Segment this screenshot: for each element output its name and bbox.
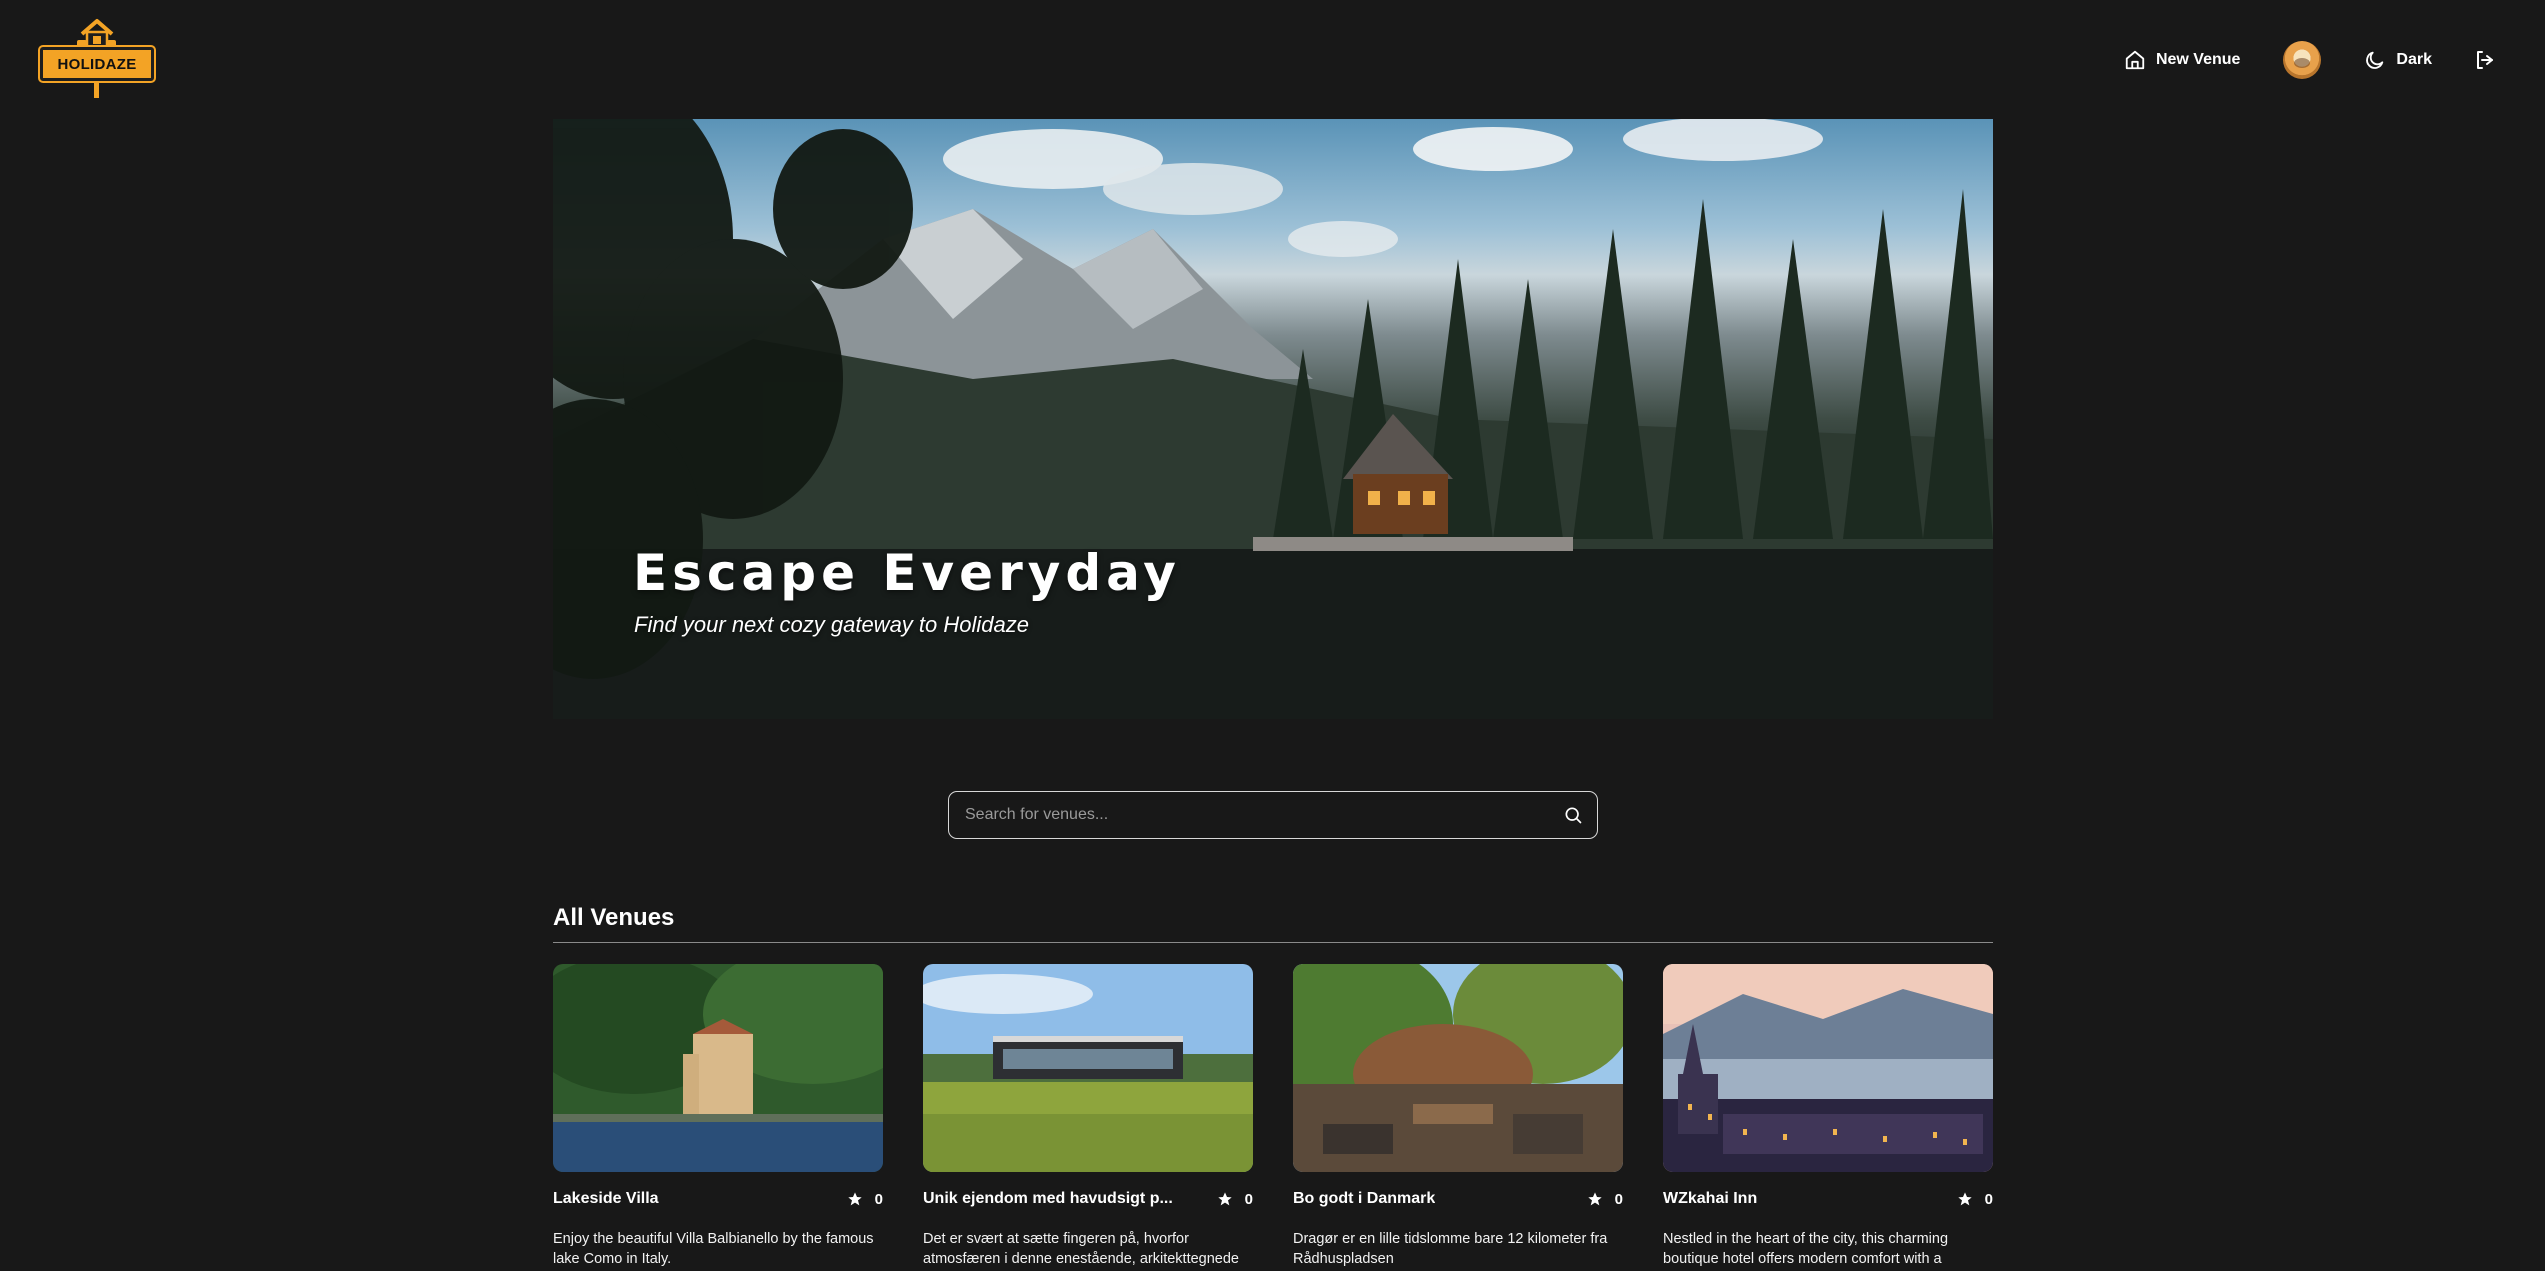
- hero-title: Escape Everyday: [633, 544, 1181, 602]
- venue-title: Bo godt i Danmark: [1293, 1190, 1436, 1207]
- user-avatar[interactable]: [2283, 41, 2322, 79]
- venue-title: Lakeside Villa: [553, 1190, 659, 1207]
- rating-value: 0: [1244, 1190, 1253, 1208]
- star-icon: [1217, 1192, 1232, 1206]
- venue-rating: 0: [847, 1191, 883, 1208]
- card-header-row: WZkahai Inn 0: [1663, 1188, 1993, 1210]
- venue-description: Enjoy the beautiful Villa Balbianello by…: [553, 1231, 874, 1267]
- card-header-row: Unik ejendom med havudsigt p... 0: [923, 1188, 1253, 1210]
- venue-description: Nestled in the heart of the city, this c…: [1663, 1231, 1949, 1267]
- venue-card[interactable]: Bo godt i Danmark 0 Dragør er en lille t…: [1293, 964, 1623, 1269]
- card-header-row: Lakeside Villa 0: [553, 1188, 883, 1210]
- star-icon: [1587, 1192, 1602, 1206]
- venue-description: Det er svært at sætte fingeren på, hvorf…: [923, 1231, 1239, 1267]
- card-header-row: Bo godt i Danmark 0: [1293, 1188, 1623, 1210]
- star-icon: [1957, 1192, 1972, 1206]
- page: HOLIDAZE New Venue Dark Escape Everyday …: [0, 0, 2545, 1271]
- moon-icon: [2366, 51, 2384, 69]
- logo-sign: HOLIDAZE: [40, 47, 154, 81]
- venue-image: [923, 964, 1253, 1172]
- venue-title: Unik ejendom med havudsigt p...: [923, 1190, 1173, 1207]
- rating-value: 0: [1614, 1190, 1623, 1208]
- rating-value: 0: [1984, 1190, 1993, 1208]
- venue-image: [1663, 964, 1993, 1172]
- venue-card-list: Lakeside Villa 0 Enjoy the beautiful Vil…: [553, 964, 1993, 1269]
- theme-label: Dark: [2396, 51, 2432, 68]
- hero-banner: Escape Everyday Find your next cozy gate…: [553, 119, 1993, 719]
- holidaze-logo[interactable]: HOLIDAZE: [40, 18, 154, 100]
- rating-value: 0: [874, 1190, 883, 1208]
- search-icon[interactable]: [1563, 805, 1583, 825]
- all-venues-heading: All Venues: [553, 904, 675, 931]
- venue-rating: 0: [1217, 1191, 1253, 1208]
- hero-subtitle: Find your next cozy gateway to Holidaze: [634, 612, 1029, 637]
- venue-card[interactable]: Unik ejendom med havudsigt p... 0 Det er…: [923, 964, 1253, 1269]
- house-logo-icon: [77, 19, 116, 49]
- logo-pole: [94, 81, 99, 98]
- home-icon: [2125, 50, 2145, 70]
- venue-description: Dragør er en lille tidslomme bare 12 kil…: [1293, 1231, 1608, 1267]
- new-venue-button[interactable]: New Venue: [2124, 49, 2240, 71]
- theme-toggle-button[interactable]: Dark: [2364, 49, 2432, 71]
- logout-button[interactable]: [2473, 48, 2497, 72]
- venue-search-box: [948, 791, 1598, 839]
- logout-icon: [2477, 51, 2493, 69]
- venue-card[interactable]: Lakeside Villa 0 Enjoy the beautiful Vil…: [553, 964, 883, 1269]
- top-nav: New Venue Dark: [2124, 38, 2497, 82]
- new-venue-label: New Venue: [2155, 51, 2241, 68]
- venue-image: [553, 964, 883, 1172]
- section-divider: [553, 942, 1993, 943]
- venue-rating: 0: [1957, 1191, 1993, 1208]
- venue-rating: 0: [1587, 1191, 1623, 1208]
- star-icon: [847, 1192, 862, 1206]
- search-input[interactable]: [965, 806, 1563, 824]
- venue-image: [1293, 964, 1623, 1172]
- venue-card[interactable]: WZkahai Inn 0 Nestled in the heart of th…: [1663, 964, 1993, 1269]
- venue-title: WZkahai Inn: [1663, 1190, 1758, 1207]
